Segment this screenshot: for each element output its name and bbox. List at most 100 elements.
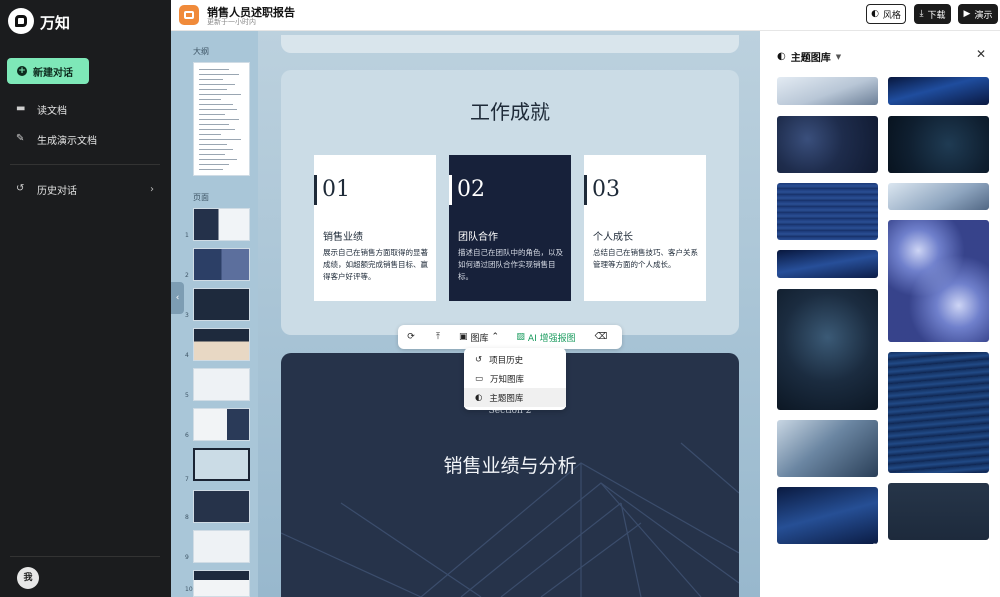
card-number: 02: [457, 177, 485, 202]
slide-number: 10: [185, 586, 193, 593]
download-button[interactable]: ⤓ 下载: [914, 4, 951, 24]
chevron-up-icon: ⌃: [491, 332, 500, 342]
slide-thumbnail[interactable]: [193, 368, 250, 401]
slide-number: 5: [185, 392, 189, 399]
ppt-doc-icon: [179, 5, 199, 25]
slide-thumbnail[interactable]: [193, 490, 250, 523]
achievement-card-1[interactable]: 01 销售业绩 展示自己在销售方面取得的显著成绩，如超额完成销售目标、赢得客户好…: [314, 155, 436, 301]
gallery-image[interactable]: [777, 289, 878, 410]
sidebar-item-generate-ppt[interactable]: ✎ 生成演示文档: [16, 130, 97, 148]
gallery-image[interactable]: [777, 183, 878, 240]
slide-number: 4: [185, 352, 189, 359]
new-chat-label: 新建对话: [33, 67, 73, 79]
present-label: 演示: [974, 10, 993, 21]
card-heading: 销售业绩: [323, 232, 363, 243]
style-button[interactable]: ◐ 风格: [866, 4, 906, 24]
refresh-icon: ⟳: [407, 332, 415, 342]
folder-icon: ▬: [16, 103, 26, 114]
slide-thumbnail[interactable]: [193, 208, 250, 241]
divider: [10, 556, 160, 557]
previous-slide[interactable]: [281, 35, 739, 53]
gallery-button[interactable]: ▣ 图库 ⌃: [452, 325, 506, 349]
sidebar-item-label: 读文档: [37, 105, 67, 117]
gallery-title: 主题图库: [790, 53, 831, 64]
pages-label: 页面: [193, 193, 209, 202]
ai-image-icon: ▨: [516, 332, 525, 342]
menu-item-label: 项目历史: [489, 355, 524, 366]
watermark-url: zhidx.com: [872, 568, 926, 576]
gallery-image[interactable]: [888, 116, 989, 173]
present-button[interactable]: ▶ 演示: [958, 4, 998, 24]
gallery-image[interactable]: [888, 77, 989, 105]
collapse-panel-handle[interactable]: ‹: [171, 282, 184, 314]
sidebar-item-label: 历史对话: [37, 185, 77, 197]
sidebar-item-read-doc[interactable]: ▬ 读文档: [16, 100, 67, 118]
menu-item-label: 万知图库: [490, 374, 525, 385]
palette-icon: ◐: [475, 392, 483, 403]
slide-thumbnail[interactable]: [193, 570, 250, 597]
gallery-image[interactable]: [777, 420, 878, 477]
plus-icon: +: [17, 66, 27, 76]
slide-number: 8: [185, 514, 189, 521]
gallery-image[interactable]: [777, 116, 878, 173]
folder-icon: ▭: [475, 373, 484, 384]
image-toolbar: ⟳ ⤒ ▣ 图库 ⌃ ▨ AI 增强报图 ⌫: [398, 325, 622, 349]
achievement-card-2[interactable]: 02 团队合作 描述自己在团队中的角色，以及如何通过团队合作实现销售目标。: [449, 155, 571, 301]
slide-thumbnail[interactable]: [193, 408, 250, 441]
achievement-card-3[interactable]: 03 个人成长 总结自己在销售技巧、客户关系管理等方面的个人成长。: [584, 155, 706, 301]
slide-number: 7: [185, 476, 189, 483]
chevron-right-icon: ›: [150, 183, 154, 195]
card-heading: 团队合作: [458, 232, 498, 243]
new-chat-button[interactable]: + 新建对话: [7, 58, 89, 84]
outline-thumbnail[interactable]: [193, 62, 250, 176]
eraser-icon: ⌫: [594, 332, 608, 342]
gallery-image[interactable]: [888, 483, 989, 540]
close-icon[interactable]: ✕: [976, 47, 986, 61]
gallery-image[interactable]: [777, 250, 878, 278]
avatar[interactable]: 我: [17, 567, 39, 589]
replace-button[interactable]: ⟳: [398, 325, 424, 349]
menu-item-wanzhi-gallery[interactable]: ▭ 万知图库: [464, 369, 566, 388]
slide-thumbnail[interactable]: [193, 328, 250, 361]
gallery-header[interactable]: ◐ 主题图库 ▼: [777, 49, 841, 64]
gallery-image[interactable]: [888, 183, 989, 210]
slide-number: 6: [185, 432, 189, 439]
card-body: 总结自己在销售技巧、客户关系管理等方面的个人成长。: [593, 248, 698, 269]
image-icon: ▣: [458, 332, 468, 342]
wanzhi-logo-icon[interactable]: [8, 8, 34, 34]
divider: [10, 164, 160, 165]
section-title[interactable]: 销售业绩与分析: [281, 451, 739, 478]
slide-thumbnail[interactable]: [193, 530, 250, 563]
gallery-image[interactable]: [888, 352, 989, 473]
upload-button[interactable]: ⤒: [424, 325, 452, 349]
palette-icon: ◐: [777, 51, 786, 62]
chevron-left-icon: ‹: [175, 293, 180, 303]
gallery-dropdown-menu: ↺ 项目历史 ▭ 万知图库 ◐ 主题图库: [464, 348, 566, 410]
slide-number: 1: [185, 232, 189, 239]
gallery-label: 图库: [470, 333, 489, 344]
history-icon: ↺: [16, 183, 25, 194]
erase-button[interactable]: ⌫: [586, 325, 616, 349]
doc-updated-time: 更新于一小时内: [207, 18, 256, 26]
card-heading: 个人成长: [593, 232, 633, 243]
slide-title[interactable]: 工作成就: [281, 96, 739, 125]
gallery-image[interactable]: [888, 220, 989, 342]
ai-enhance-button[interactable]: ▨ AI 增强报图: [506, 325, 586, 349]
menu-item-project-history[interactable]: ↺ 项目历史: [464, 350, 566, 369]
card-number: 03: [592, 177, 620, 202]
download-icon: ⤓: [919, 9, 924, 19]
download-label: 下载: [927, 10, 946, 21]
slide-number: 9: [185, 554, 189, 561]
slide-thumbnail[interactable]: [193, 248, 250, 281]
app-name: 万知: [40, 14, 71, 32]
card-body: 展示自己在销售方面取得的显著成绩，如超额完成销售目标、赢得客户好评等。: [323, 248, 428, 281]
slide-number: 2: [185, 272, 189, 279]
sidebar-item-history[interactable]: ↺ 历史对话 ›: [16, 180, 154, 198]
ai-enhance-label: AI 增强报图: [527, 333, 576, 344]
gallery-image[interactable]: [777, 487, 878, 544]
menu-item-theme-gallery[interactable]: ◐ 主题图库: [464, 388, 566, 407]
slide-thumbnail[interactable]: [193, 288, 250, 321]
play-icon: ▶: [963, 9, 971, 19]
gallery-image[interactable]: [777, 77, 878, 105]
slide-thumbnail-selected[interactable]: [193, 448, 250, 481]
